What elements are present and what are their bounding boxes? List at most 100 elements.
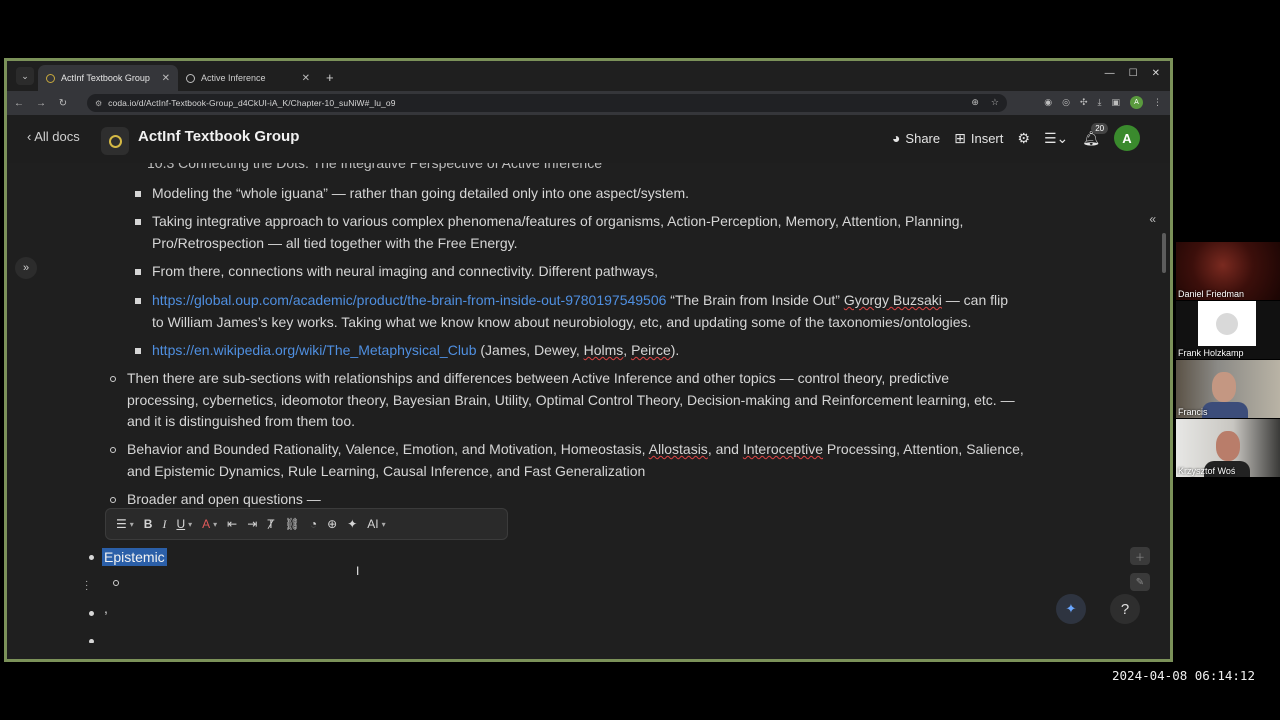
extensions: ◉ ◎ ✣ ⤓ ▣ A ⋮: [1044, 96, 1162, 109]
user-avatar[interactable]: A: [1114, 125, 1140, 151]
reload-icon[interactable]: ↻: [53, 98, 73, 109]
menu-icon[interactable]: ⋮: [1153, 97, 1162, 108]
underline-button[interactable]: U: [176, 517, 185, 531]
collapse-panel-icon[interactable]: «: [1149, 212, 1156, 226]
clear-format-icon[interactable]: Ⱦ: [267, 517, 274, 531]
list-item: Taking integrative approach to various c…: [152, 213, 964, 229]
insert-button[interactable]: ⊞ Insert: [954, 130, 1003, 147]
back-icon[interactable]: ←: [9, 98, 29, 109]
bullet: [110, 447, 116, 453]
text-color-button[interactable]: A: [202, 517, 210, 531]
tab-active-inference[interactable]: Active Inference ✕: [178, 65, 318, 91]
download-icon[interactable]: ⤓: [1098, 97, 1102, 108]
link-icon[interactable]: ⛓: [285, 517, 300, 531]
close-icon[interactable]: ✕: [302, 73, 310, 84]
bullet: [110, 376, 116, 382]
participant-tile: Francis: [1176, 360, 1280, 418]
comment-icon[interactable]: ☰⌄: [1044, 130, 1068, 147]
bullet: [135, 219, 141, 225]
list-item: to William James’s key works. Taking wha…: [152, 314, 972, 330]
notifications[interactable]: 🔔︎ 20: [1082, 122, 1109, 147]
outdent-icon[interactable]: ⇤: [227, 517, 237, 531]
forward-icon[interactable]: →: [31, 98, 51, 109]
list-style-icon[interactable]: ☰: [116, 517, 127, 531]
gear-icon[interactable]: ⚙: [1017, 130, 1030, 147]
help-icon[interactable]: ?: [1110, 594, 1140, 624]
text-span: Holms: [583, 342, 624, 358]
ai-button[interactable]: AI: [367, 517, 378, 531]
bullet: [135, 191, 141, 197]
wiki-link[interactable]: https://en.wikipedia.org/wiki/The_Metaph…: [152, 342, 477, 358]
tab-strip: ⌄ ActInf Textbook Group ✕ Active Inferen…: [7, 61, 1170, 91]
sidepanel-icon[interactable]: ▣: [1111, 97, 1120, 108]
indent-icon[interactable]: ⇥: [247, 517, 257, 531]
ai-sparkle-icon[interactable]: ✦: [1056, 594, 1086, 624]
list-item[interactable]: Epistemic: [102, 547, 167, 568]
doc-header: ‹ All docs ActInf Textbook Group ◕ Share…: [7, 115, 1170, 163]
participant-name: Francis: [1178, 407, 1208, 417]
participant-name: Frank Holzkamp: [1178, 348, 1244, 358]
participant-name: Krzysztof Woś: [1178, 466, 1236, 476]
extension-icon[interactable]: ◎: [1062, 97, 1070, 108]
chevron-down-icon[interactable]: ▾: [130, 520, 134, 529]
section-heading: 10.3 Connecting the Dots: The Integrativ…: [147, 163, 603, 171]
insert-plus-icon[interactable]: ⊕: [327, 517, 337, 531]
text-span: ,: [623, 342, 632, 358]
close-icon[interactable]: ✕: [162, 73, 170, 84]
extension-icon[interactable]: ◉: [1044, 97, 1052, 108]
tab-title: ActInf Textbook Group: [61, 73, 150, 83]
bullet: [110, 497, 116, 503]
url-text: coda.io/d/ActInf-Textbook-Group_d4CkUI-i…: [108, 98, 396, 108]
notification-count: 20: [1091, 122, 1109, 134]
participant-tile: Krzysztof Woś: [1176, 419, 1280, 477]
italic-button[interactable]: I: [162, 517, 166, 532]
close-window-icon[interactable]: ✕: [1152, 68, 1160, 79]
bullet: [89, 611, 94, 616]
list-item: https://en.wikipedia.org/wiki/The_Metaph…: [152, 340, 679, 361]
expand-sidebar-icon[interactable]: »: [15, 257, 37, 279]
star-icon[interactable]: ☆: [991, 97, 999, 108]
browser-toolbar: ← → ↻ ⚙ coda.io/d/ActInf-Textbook-Group_…: [7, 91, 1170, 115]
share-button[interactable]: ◕ Share: [892, 130, 940, 146]
chevron-down-icon[interactable]: ▾: [382, 520, 386, 529]
book-link[interactable]: https://global.oup.com/academic/product/…: [152, 292, 666, 308]
scrollbar[interactable]: [1162, 233, 1166, 273]
minimize-icon[interactable]: —: [1105, 68, 1115, 79]
edit-icon[interactable]: ✎: [1130, 573, 1150, 591]
recording-timestamp: 2024-04-08 06:14:12: [1112, 668, 1255, 683]
bullet: [135, 269, 141, 275]
bullet: [89, 639, 94, 643]
selected-text[interactable]: Epistemic: [102, 548, 167, 566]
add-comment-icon[interactable]: ＋: [1130, 547, 1150, 565]
plus-icon[interactable]: +: [326, 70, 334, 85]
text-span: Gyorgy Buzsaki: [843, 292, 942, 308]
puzzle-icon[interactable]: ✣: [1080, 97, 1088, 108]
tab-search-icon[interactable]: ⌄: [16, 67, 34, 85]
list-item: Then there are sub-sections with relatio…: [127, 370, 950, 386]
zoom-icon[interactable]: ⊕: [971, 97, 979, 108]
ai-sparkle-icon[interactable]: ✦: [347, 517, 357, 531]
comment-add-icon[interactable]: ◔: [310, 517, 317, 531]
text-cursor-icon: I: [356, 564, 360, 578]
profile-avatar[interactable]: A: [1130, 96, 1143, 109]
window-controls: — ☐ ✕: [1105, 68, 1160, 79]
text-span: — can flip: [941, 292, 1009, 308]
insert-label: Insert: [970, 130, 1004, 146]
chevron-down-icon[interactable]: ▾: [213, 520, 217, 529]
coda-favicon-icon: [46, 73, 55, 83]
text-span: (James, Dewey,: [476, 342, 584, 358]
doc-canvas[interactable]: » « 10.3 Connecting the Dots: The Integr…: [7, 163, 1170, 643]
tab-actinf[interactable]: ActInf Textbook Group ✕: [38, 65, 178, 91]
all-docs-link[interactable]: ‹ All docs: [27, 129, 80, 144]
maximize-icon[interactable]: ☐: [1129, 68, 1138, 79]
participant-tile: Daniel Friedman: [1176, 242, 1280, 300]
drag-handle-icon[interactable]: · · ·: [85, 577, 88, 595]
format-toolbar: ☰ ▾ B I U ▾ A ▾ ⇤ ⇥ Ⱦ ⛓ ◔ ⊕ ✦ AI ▾: [105, 508, 508, 540]
address-bar[interactable]: ⚙ coda.io/d/ActInf-Textbook-Group_d4CkUI…: [87, 94, 1007, 112]
list-item: Broader and open questions —: [127, 491, 321, 507]
chevron-down-icon[interactable]: ▾: [188, 520, 192, 529]
text-span: Interoceptive: [742, 441, 824, 457]
doc-logo-icon[interactable]: [101, 127, 129, 155]
site-info-icon[interactable]: ⚙: [95, 99, 102, 108]
bold-button[interactable]: B: [144, 517, 153, 531]
